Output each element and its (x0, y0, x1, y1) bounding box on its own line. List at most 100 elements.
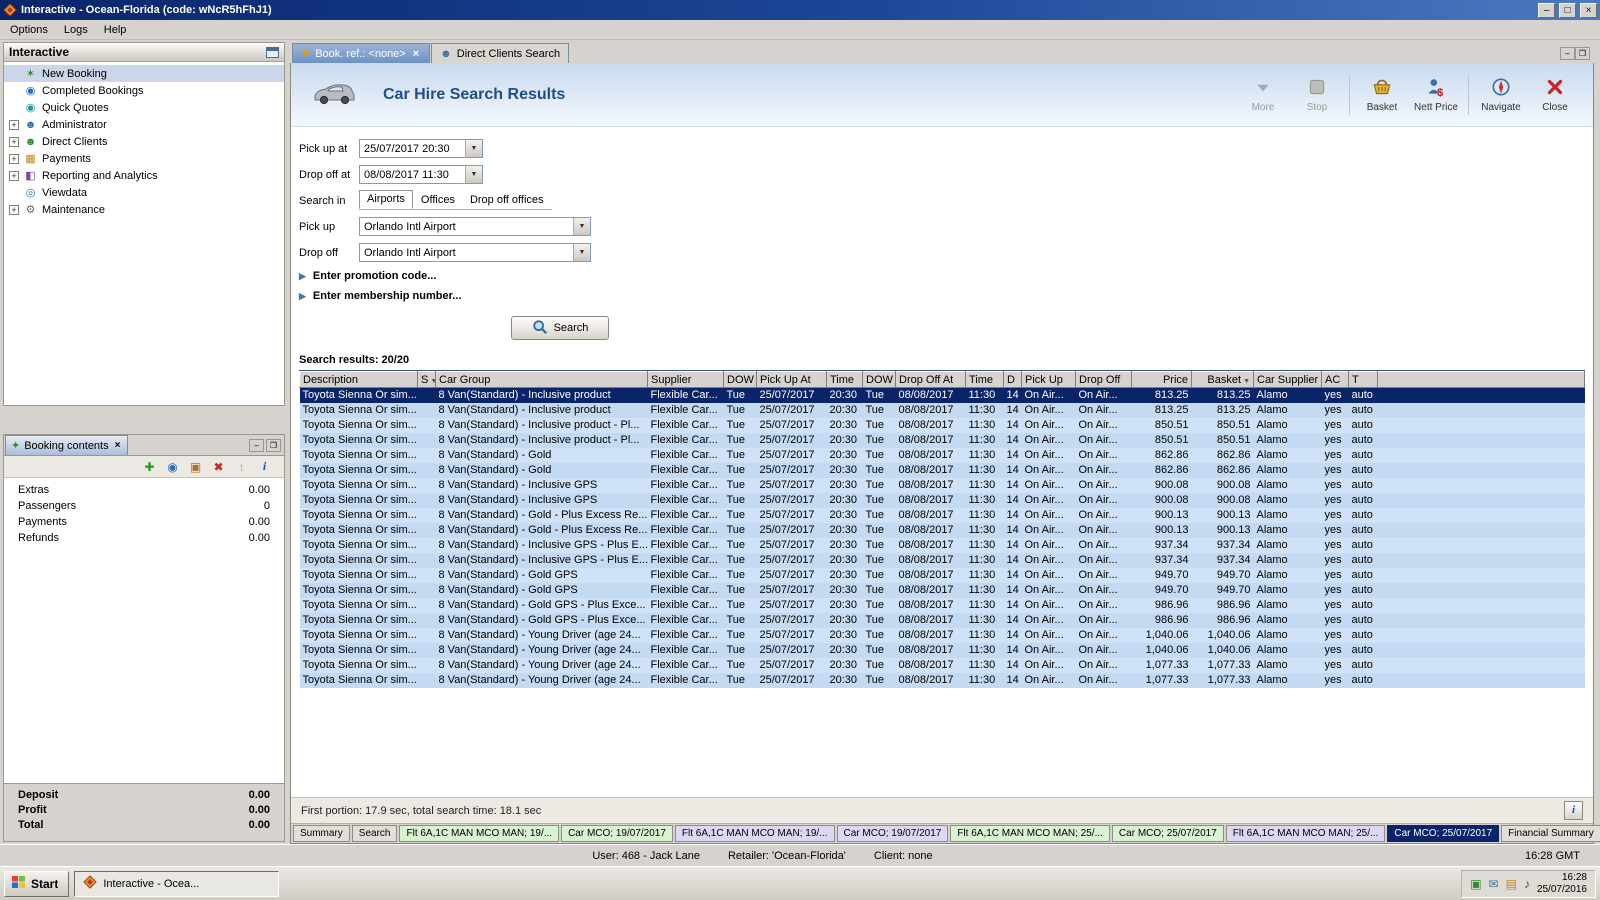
table-row[interactable]: Toyota Sienna Or sim...8 Van(Standard) -… (300, 643, 1585, 658)
doc-tab-direct-clients-search[interactable]: ☻Direct Clients Search (431, 43, 569, 63)
table-row[interactable]: Toyota Sienna Or sim...8 Van(Standard) -… (300, 553, 1585, 568)
table-row[interactable]: Toyota Sienna Or sim...8 Van(Standard) -… (300, 388, 1585, 403)
display-icon[interactable]: ▤ (1506, 877, 1517, 891)
table-row[interactable]: Toyota Sienna Or sim...8 Van(Standard) -… (300, 583, 1585, 598)
sidebar-item-viewdata[interactable]: ◎Viewdata (4, 184, 284, 201)
table-row[interactable]: Toyota Sienna Or sim...8 Van(Standard) -… (300, 628, 1585, 643)
bottom-tab-flt-6a-1c-man-mco-man-19[interactable]: Flt 6A,1C MAN MCO MAN; 19/... (675, 825, 835, 842)
column-header-car_group[interactable]: Car Group (436, 372, 648, 388)
doc-restore-button[interactable]: ❐ (1575, 47, 1590, 60)
column-header-pick_up_at[interactable]: Pick Up At (757, 372, 827, 388)
sidebar-item-maintenance[interactable]: +⚙Maintenance (4, 201, 284, 218)
bottom-tab-car-mco-25-07-2017[interactable]: Car MCO; 25/07/2017 (1387, 825, 1499, 842)
export-icon[interactable]: ↑ (234, 460, 249, 474)
table-row[interactable]: Toyota Sienna Or sim...8 Van(Standard) -… (300, 403, 1585, 418)
close-tab-icon[interactable]: × (411, 48, 421, 60)
panel-minimize-button[interactable]: – (249, 439, 264, 452)
column-header-time_do[interactable]: Time (966, 372, 1004, 388)
bottom-tab-car-mco-19-07-2017[interactable]: Car MCO; 19/07/2017 (837, 825, 949, 842)
maximize-button[interactable]: □ (1559, 3, 1576, 18)
globe-icon[interactable]: ◉ (165, 460, 180, 474)
column-header-s[interactable]: S▼ (418, 372, 436, 388)
basket-icon[interactable]: ▣ (188, 460, 203, 474)
column-header-description[interactable]: Description (300, 372, 418, 388)
dropoff-at-combo[interactable]: 08/08/2017 11:30 ▼ (359, 165, 483, 184)
taskbar-app-button[interactable]: Interactive - Ocea... (74, 871, 279, 897)
search-in-tab-drop-off-offices[interactable]: Drop off offices (463, 192, 551, 209)
toolbar-nett-price-button[interactable]: $Nett Price (1412, 76, 1460, 113)
minimize-button[interactable]: – (1538, 3, 1555, 18)
panel-restore-button[interactable]: ❐ (266, 439, 281, 452)
bottom-tab-flt-6a-1c-man-mco-man-25[interactable]: Flt 6A,1C MAN MCO MAN; 25/... (950, 825, 1110, 842)
table-row[interactable]: Toyota Sienna Or sim...8 Van(Standard) -… (300, 658, 1585, 673)
column-header-time_pu[interactable]: Time (827, 372, 863, 388)
sidebar-item-quick-quotes[interactable]: ◉Quick Quotes (4, 99, 284, 116)
column-header-supplier[interactable]: Supplier (648, 372, 724, 388)
close-button[interactable]: × (1580, 3, 1597, 18)
bottom-tab-summary[interactable]: Summary (293, 825, 350, 842)
sidebar-item-completed-bookings[interactable]: ◉Completed Bookings (4, 82, 284, 99)
sidebar-item-administrator[interactable]: +☻Administrator (4, 116, 284, 133)
bottom-tab-financial-summary[interactable]: Financial Summary (1501, 825, 1600, 842)
chevron-down-icon[interactable]: ▼ (573, 244, 590, 261)
pickup-location-combo[interactable]: Orlando Intl Airport ▼ (359, 217, 591, 236)
column-header-price[interactable]: Price (1132, 372, 1192, 388)
column-header-dow_do[interactable]: DOW (863, 372, 896, 388)
info-icon[interactable]: i (257, 459, 272, 474)
sidebar-item-direct-clients[interactable]: +☻Direct Clients (4, 133, 284, 150)
sidebar-item-reporting-and-analytics[interactable]: +◧Reporting and Analytics (4, 167, 284, 184)
column-header-pick_up[interactable]: Pick Up (1022, 372, 1076, 388)
column-header-drop_off[interactable]: Drop Off (1076, 372, 1132, 388)
column-header-car_supplier[interactable]: Car Supplier (1254, 372, 1322, 388)
table-row[interactable]: Toyota Sienna Or sim...8 Van(Standard) -… (300, 418, 1585, 433)
booking-contents-tab[interactable]: ✦ Booking contents × (5, 435, 128, 455)
table-row[interactable]: Toyota Sienna Or sim...8 Van(Standard) -… (300, 493, 1585, 508)
column-header-dow_pu[interactable]: DOW (724, 372, 757, 388)
chevron-down-icon[interactable]: ▼ (573, 218, 590, 235)
table-row[interactable]: Toyota Sienna Or sim...8 Van(Standard) -… (300, 433, 1585, 448)
toolbar-basket-button[interactable]: Basket (1358, 76, 1406, 113)
search-button[interactable]: Search (511, 316, 609, 340)
sidebar-item-payments[interactable]: +▦Payments (4, 150, 284, 167)
table-row[interactable]: Toyota Sienna Or sim...8 Van(Standard) -… (300, 673, 1585, 688)
table-row[interactable]: Toyota Sienna Or sim...8 Van(Standard) -… (300, 598, 1585, 613)
network-icon[interactable]: ▣ (1470, 877, 1481, 891)
expand-icon[interactable]: + (9, 205, 19, 215)
menu-options[interactable]: Options (2, 21, 56, 39)
search-in-tab-airports[interactable]: Airports (359, 190, 413, 209)
expand-icon[interactable]: + (9, 171, 19, 181)
menu-help[interactable]: Help (96, 21, 135, 39)
table-row[interactable]: Toyota Sienna Or sim...8 Van(Standard) -… (300, 538, 1585, 553)
sidebar-item-new-booking[interactable]: ✶New Booking (4, 65, 284, 82)
column-header-t[interactable]: T (1349, 372, 1378, 388)
column-header-ac[interactable]: AC (1322, 372, 1349, 388)
mail-icon[interactable]: ✉ (1489, 877, 1499, 891)
bottom-tab-flt-6a-1c-man-mco-man-25[interactable]: Flt 6A,1C MAN MCO MAN; 25/... (1226, 825, 1386, 842)
promotion-code-expander[interactable]: ▶ Enter promotion code... (299, 270, 1593, 282)
doc-tab-book-ref-none[interactable]: ✹Book. ref.: <none>× (292, 43, 430, 63)
table-row[interactable]: Toyota Sienna Or sim...8 Van(Standard) -… (300, 448, 1585, 463)
volume-icon[interactable]: ♪ (1524, 877, 1530, 891)
column-header-drop_off_at[interactable]: Drop Off At (896, 372, 966, 388)
bottom-tab-search[interactable]: Search (352, 825, 398, 842)
toolbar-close-button[interactable]: Close (1531, 76, 1579, 113)
table-row[interactable]: Toyota Sienna Or sim...8 Van(Standard) -… (300, 478, 1585, 493)
bottom-tab-car-mco-19-07-2017[interactable]: Car MCO; 19/07/2017 (561, 825, 673, 842)
doc-minimize-button[interactable]: – (1560, 47, 1575, 60)
pickup-at-combo[interactable]: 25/07/2017 20:30 ▼ (359, 139, 483, 158)
bottom-tab-car-mco-25-07-2017[interactable]: Car MCO; 25/07/2017 (1112, 825, 1224, 842)
delete-icon[interactable]: ✖ (211, 460, 226, 474)
table-row[interactable]: Toyota Sienna Or sim...8 Van(Standard) -… (300, 508, 1585, 523)
menu-logs[interactable]: Logs (56, 21, 96, 39)
expand-icon[interactable]: + (9, 137, 19, 147)
expand-icon[interactable]: + (9, 154, 19, 164)
search-in-tab-offices[interactable]: Offices (414, 192, 462, 209)
close-tab-icon[interactable]: × (113, 440, 123, 451)
chevron-down-icon[interactable]: ▼ (465, 166, 482, 183)
column-header-days[interactable]: D (1004, 372, 1022, 388)
dropoff-location-combo[interactable]: Orlando Intl Airport ▼ (359, 243, 591, 262)
table-row[interactable]: Toyota Sienna Or sim...8 Van(Standard) -… (300, 568, 1585, 583)
table-row[interactable]: Toyota Sienna Or sim...8 Van(Standard) -… (300, 463, 1585, 478)
bottom-tab-flt-6a-1c-man-mco-man-19[interactable]: Flt 6A,1C MAN MCO MAN; 19/... (399, 825, 559, 842)
expand-icon[interactable]: + (9, 120, 19, 130)
